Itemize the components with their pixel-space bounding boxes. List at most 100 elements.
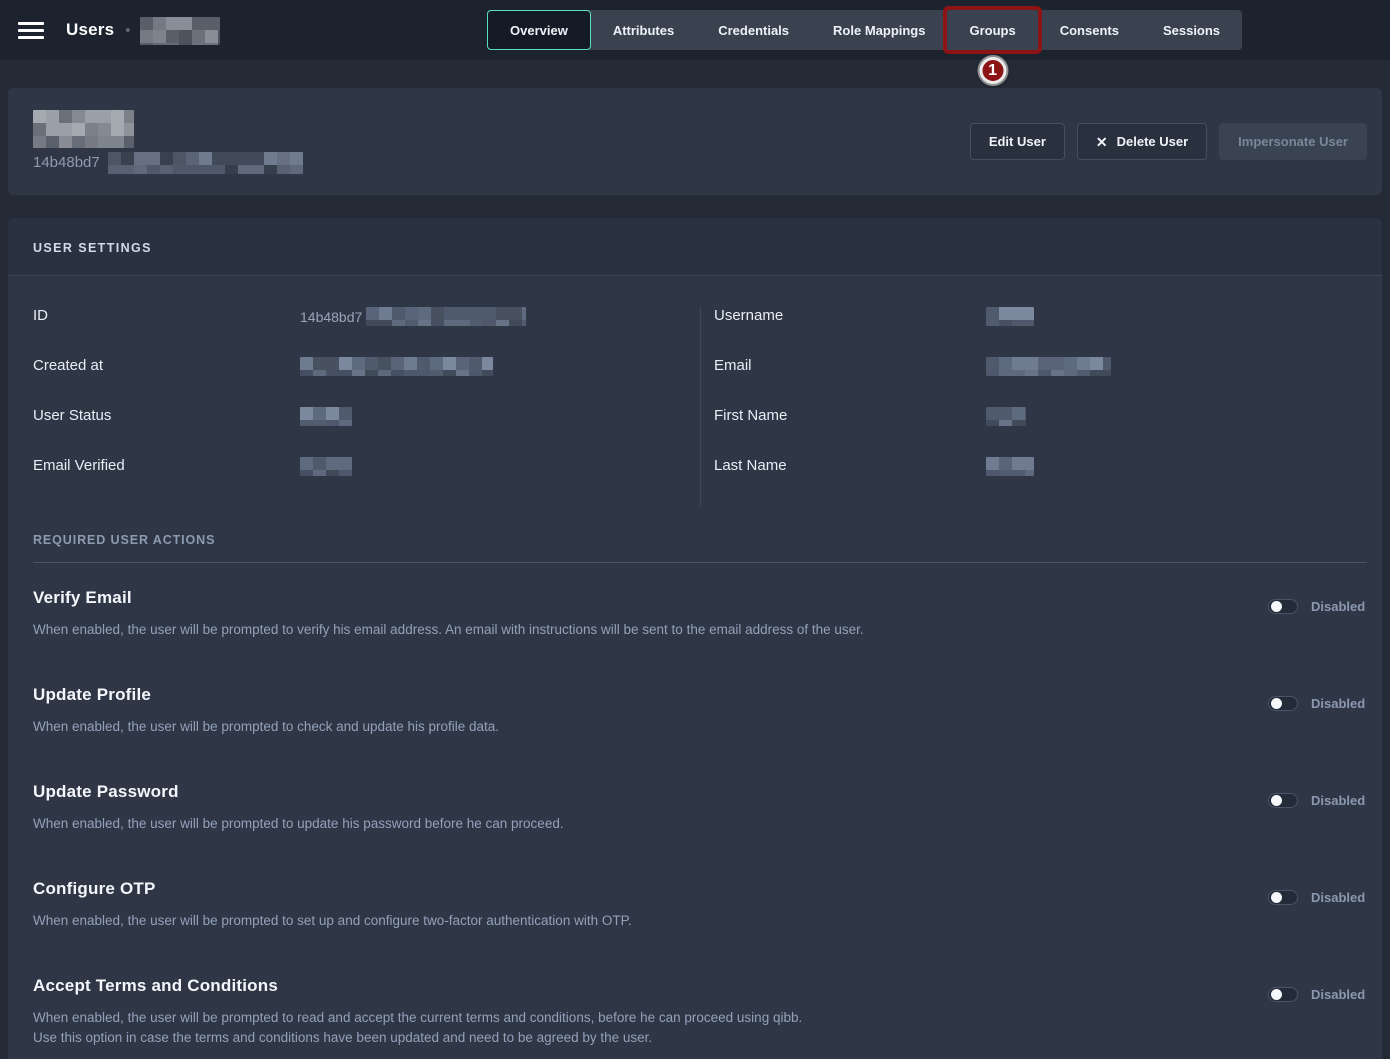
toggle-state-label: Disabled — [1311, 793, 1367, 808]
annotation-step-badge: 1 — [979, 57, 1006, 84]
action-title: Configure OTP — [33, 879, 1238, 899]
field-row-email-verified: Email Verified — [33, 457, 700, 476]
tab-label: Consents — [1060, 23, 1119, 38]
action-description: When enabled, the user will be prompted … — [33, 717, 1238, 737]
button-label: Delete User — [1117, 134, 1189, 149]
field-row-first-name: First Name — [714, 407, 1367, 426]
redacted-value — [986, 457, 1034, 476]
toggle-state-label: Disabled — [1311, 599, 1367, 614]
delete-user-button[interactable]: ✕ Delete User — [1077, 123, 1207, 160]
toggle-knob — [1271, 892, 1282, 903]
field-row-id: ID14b48bd7 — [33, 307, 700, 326]
toggle-switch-update-profile[interactable] — [1268, 696, 1298, 711]
toggle-state-label: Disabled — [1311, 890, 1367, 905]
action-item-configure-otp: Configure OTP When enabled, the user will… — [33, 879, 1367, 931]
tab-bar: Overview Attributes Credentials Role Mappin… — [487, 10, 1242, 50]
required-actions-list: Verify EmailWhen enabled, the user will … — [33, 588, 1367, 1048]
user-settings-card: USER SETTINGS ID14b48bd7 Created at User S… — [8, 218, 1382, 1059]
action-item-update-profile: Update Profile When enabled, the user wil… — [33, 685, 1367, 737]
tab-label: Credentials — [718, 23, 789, 38]
action-description-line: When enabled, the user will be prompted … — [33, 620, 1238, 640]
field-value: 14b48bd7 — [300, 307, 526, 326]
field-row-username: Username — [714, 307, 1367, 326]
action-title: Update Password — [33, 782, 1238, 802]
tab-groups[interactable]: Groups1 — [947, 10, 1037, 50]
field-label: Username — [714, 307, 986, 324]
user-header-card: 14b48bd7 Edit User ✕ Delete User Impersonat… — [8, 88, 1382, 195]
tab-credentials[interactable]: Credentials — [696, 10, 811, 50]
breadcrumb: Users — [66, 20, 114, 40]
action-description: When enabled, the user will be prompted … — [33, 911, 1238, 931]
action-title: Accept Terms and Conditions — [33, 976, 1238, 996]
user-id-prefix: 14b48bd7 — [33, 154, 100, 171]
toggle-knob — [1271, 698, 1282, 709]
redacted-value — [300, 357, 493, 376]
toggle-switch-configure-otp[interactable] — [1268, 890, 1298, 905]
toggle-state-label: Disabled — [1311, 696, 1367, 711]
toggle-knob — [1271, 601, 1282, 612]
hamburger-menu-icon[interactable] — [18, 18, 44, 43]
action-description-line: Use this option in case the terms and co… — [33, 1028, 1238, 1048]
field-value — [300, 407, 352, 426]
redacted-value — [300, 407, 352, 426]
redacted-value — [300, 457, 352, 476]
action-item-update-password: Update Password When enabled, the user wi… — [33, 782, 1367, 834]
user-settings-header: USER SETTINGS — [8, 218, 1382, 276]
divider — [33, 562, 1367, 563]
button-label: Impersonate User — [1238, 134, 1348, 149]
field-label: User Status — [33, 407, 300, 424]
field-row-email: Email — [714, 357, 1367, 376]
field-row-created-at: Created at — [33, 357, 700, 376]
breadcrumb-username-redacted — [140, 17, 220, 45]
required-actions-title: REQUIRED USER ACTIONS — [33, 533, 1367, 547]
action-description: When enabled, the user will be prompted … — [33, 1008, 1238, 1048]
toggle-knob — [1271, 795, 1282, 806]
field-value-text: 14b48bd7 — [300, 309, 362, 325]
tab-overview[interactable]: Overview — [487, 10, 591, 50]
action-description: When enabled, the user will be prompted … — [33, 814, 1238, 834]
tab-consents[interactable]: Consents — [1038, 10, 1141, 50]
tab-attributes[interactable]: Attributes — [591, 10, 696, 50]
field-label: ID — [33, 307, 300, 324]
field-value — [986, 407, 1026, 426]
tab-label: Role Mappings — [833, 23, 925, 38]
tab-label: Overview — [510, 23, 568, 38]
x-icon: ✕ — [1096, 135, 1108, 149]
action-item-verify-email: Verify EmailWhen enabled, the user will … — [33, 588, 1367, 640]
toggle-switch-update-password[interactable] — [1268, 793, 1298, 808]
field-value — [986, 357, 1111, 376]
field-value — [986, 307, 1034, 326]
field-label: Created at — [33, 357, 300, 374]
user-settings-fields: ID14b48bd7 Created at User Status Email Ver… — [33, 276, 1367, 507]
redacted-value — [986, 307, 1034, 326]
user-name-redacted — [33, 110, 134, 148]
action-description-line: When enabled, the user will be prompted … — [33, 1008, 1238, 1028]
field-label: Last Name — [714, 457, 986, 474]
field-row-user-status: User Status — [33, 407, 700, 426]
topbar: Users • Overview Attributes Credentials Rol… — [0, 0, 1390, 60]
impersonate-user-button: Impersonate User — [1219, 123, 1367, 160]
toggle-knob — [1271, 989, 1282, 1000]
required-actions-header: REQUIRED USER ACTIONS — [33, 533, 1367, 563]
breadcrumb-separator: • — [125, 22, 130, 39]
field-row-last-name: Last Name — [714, 457, 1367, 476]
toggle-state-label: Disabled — [1311, 987, 1367, 1002]
field-value — [300, 457, 352, 476]
edit-user-button[interactable]: Edit User — [970, 123, 1065, 160]
redacted-value — [986, 407, 1026, 426]
redacted-value — [986, 357, 1111, 376]
user-action-buttons: Edit User ✕ Delete User Impersonate User — [970, 123, 1367, 160]
toggle-switch-verify-email[interactable] — [1268, 599, 1298, 614]
field-label: First Name — [714, 407, 986, 424]
user-id-redacted — [108, 152, 303, 174]
field-value — [300, 357, 493, 376]
redacted-value — [366, 307, 526, 326]
action-title: Update Profile — [33, 685, 1238, 705]
toggle-switch-accept-terms-and-conditions[interactable] — [1268, 987, 1298, 1002]
user-settings-title: USER SETTINGS — [33, 241, 1357, 255]
field-label: Email Verified — [33, 457, 300, 474]
tab-role-mappings[interactable]: Role Mappings — [811, 10, 947, 50]
action-item-accept-terms-and-conditions: Accept Terms and Conditions When enabled,… — [33, 976, 1367, 1048]
action-description: When enabled, the user will be prompted … — [33, 620, 1238, 640]
tab-sessions[interactable]: Sessions — [1141, 10, 1242, 50]
